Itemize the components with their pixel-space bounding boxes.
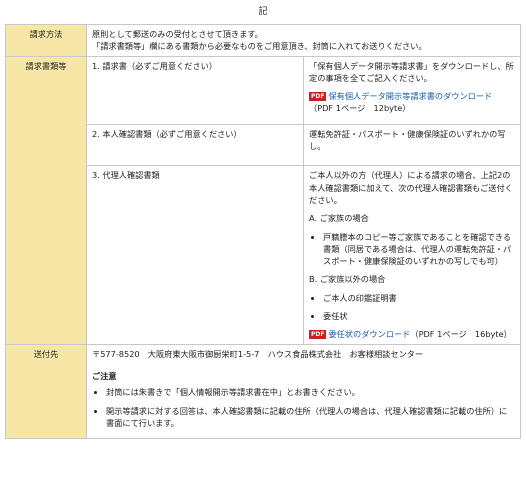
doc-item-2-desc: 運転免許証・パスポート・健康保険証のいずれかの写し。 <box>309 128 506 152</box>
list-item: 委任状 <box>323 310 515 322</box>
doc-item-3-cell: ご本人以外の方（代理人）による請求の場合、上記2の本人確認書類に加えて、次の代理… <box>303 165 521 345</box>
method-line-1: 原則として郵送のみの受付とさせて頂きます。 <box>92 29 263 39</box>
proxy-form-download-link[interactable]: 委任状のダウンロード <box>328 329 410 339</box>
list-item: 開示等請求に対する回答は、本人確認書類に記載の住所（代理人の場合は、代理人確認書… <box>106 405 515 430</box>
list-item: 封筒には朱書きで「個人情報開示等請求書在中」とお書きください。 <box>106 386 515 398</box>
notice-list: 封筒には朱書きで「個人情報開示等請求書在中」とお書きください。 開示等請求に対す… <box>92 386 515 429</box>
pdf-icon: PDF <box>309 330 327 340</box>
row-label-documents: 請求書類等 <box>5 55 87 345</box>
list-item: ご本人の印鑑証明書 <box>323 292 515 304</box>
request-form-download-link[interactable]: 保有個人データ開示等請求書のダウンロード <box>328 91 492 101</box>
method-line-2: 「請求書類等」欄にある書類から必要なものをご用意頂き、封筒に入れてお送りください… <box>92 41 427 52</box>
file-info: （PDF 1ページ 12byte） <box>309 103 411 114</box>
request-info-table: 請求方法 原則として郵送のみの受付とさせて頂きます。 「請求書類等」欄にある書類… <box>5 24 521 440</box>
row-label-method: 請求方法 <box>5 24 87 57</box>
list-item: 戸籍謄本のコピー等ご家族であることを確認できる書類（同居である場合は、代理人の運… <box>323 231 515 268</box>
proxy-form-download: PDF 委任状のダウンロード（PDF 1ページ 16byte） <box>309 328 515 340</box>
pdf-icon: PDF <box>309 92 327 102</box>
non-family-doc-list: ご本人の印鑑証明書 委任状 <box>309 292 515 323</box>
doc-item-1-cell: 「保有個人データ開示等請求書」をダウンロードし、所定の事項を全てご記入ください。… <box>303 55 521 125</box>
doc-item-3-intro: ご本人以外の方（代理人）による請求の場合、上記2の本人確認書類に加えて、次の代理… <box>309 170 513 205</box>
family-doc-list: 戸籍謄本のコピー等ご家族であることを確認できる書類（同居である場合は、代理人の運… <box>309 231 515 268</box>
notice-title: ご注意 <box>92 370 117 381</box>
method-cell: 原則として郵送のみの受付とさせて頂きます。 「請求書類等」欄にある書類から必要な… <box>86 24 521 57</box>
non-family-group-heading: B. ご家族以外の場合 <box>309 274 386 285</box>
doc-item-1-desc: 「保有個人データ開示等請求書」をダウンロードし、所定の事項を全てご記入ください。 <box>309 60 514 83</box>
row-label-destination: 送付先 <box>5 343 87 440</box>
file-info: （PDF 1ページ 16byte） <box>410 329 512 340</box>
table-row: 請求方法 原則として郵送のみの受付とさせて頂きます。 「請求書類等」欄にある書類… <box>5 24 521 57</box>
table-row: 請求書類等 1. 請求書（必ずご用意ください） 「保有個人データ開示等請求書」を… <box>5 55 521 345</box>
section-heading: 記 <box>258 7 268 17</box>
doc-item-1-title: 1. 請求書（必ずご用意ください） <box>86 55 304 125</box>
doc-item-2-cell: 運転免許証・パスポート・健康保険証のいずれかの写し。 <box>303 123 521 167</box>
doc-item-3-title: 3. 代理人確認書類 <box>86 165 304 345</box>
doc-item-2-title: 2. 本人確認書類（必ずご用意ください） <box>86 123 304 167</box>
table-row: 送付先 〒577-8520 大阪府東大阪市御厨栄町1-5-7 ハウス食品株式会社… <box>5 343 521 440</box>
family-group-heading: A. ご家族の場合 <box>309 213 369 224</box>
request-form-download: PDF 保有個人データ開示等請求書のダウンロード （PDF 1ページ 12byte） <box>309 90 515 115</box>
destination-cell: 〒577-8520 大阪府東大阪市御厨栄町1-5-7 ハウス食品株式会社 お客様… <box>86 343 521 440</box>
destination-address: 〒577-8520 大阪府東大阪市御厨栄町1-5-7 ハウス食品株式会社 お客様… <box>92 348 424 359</box>
